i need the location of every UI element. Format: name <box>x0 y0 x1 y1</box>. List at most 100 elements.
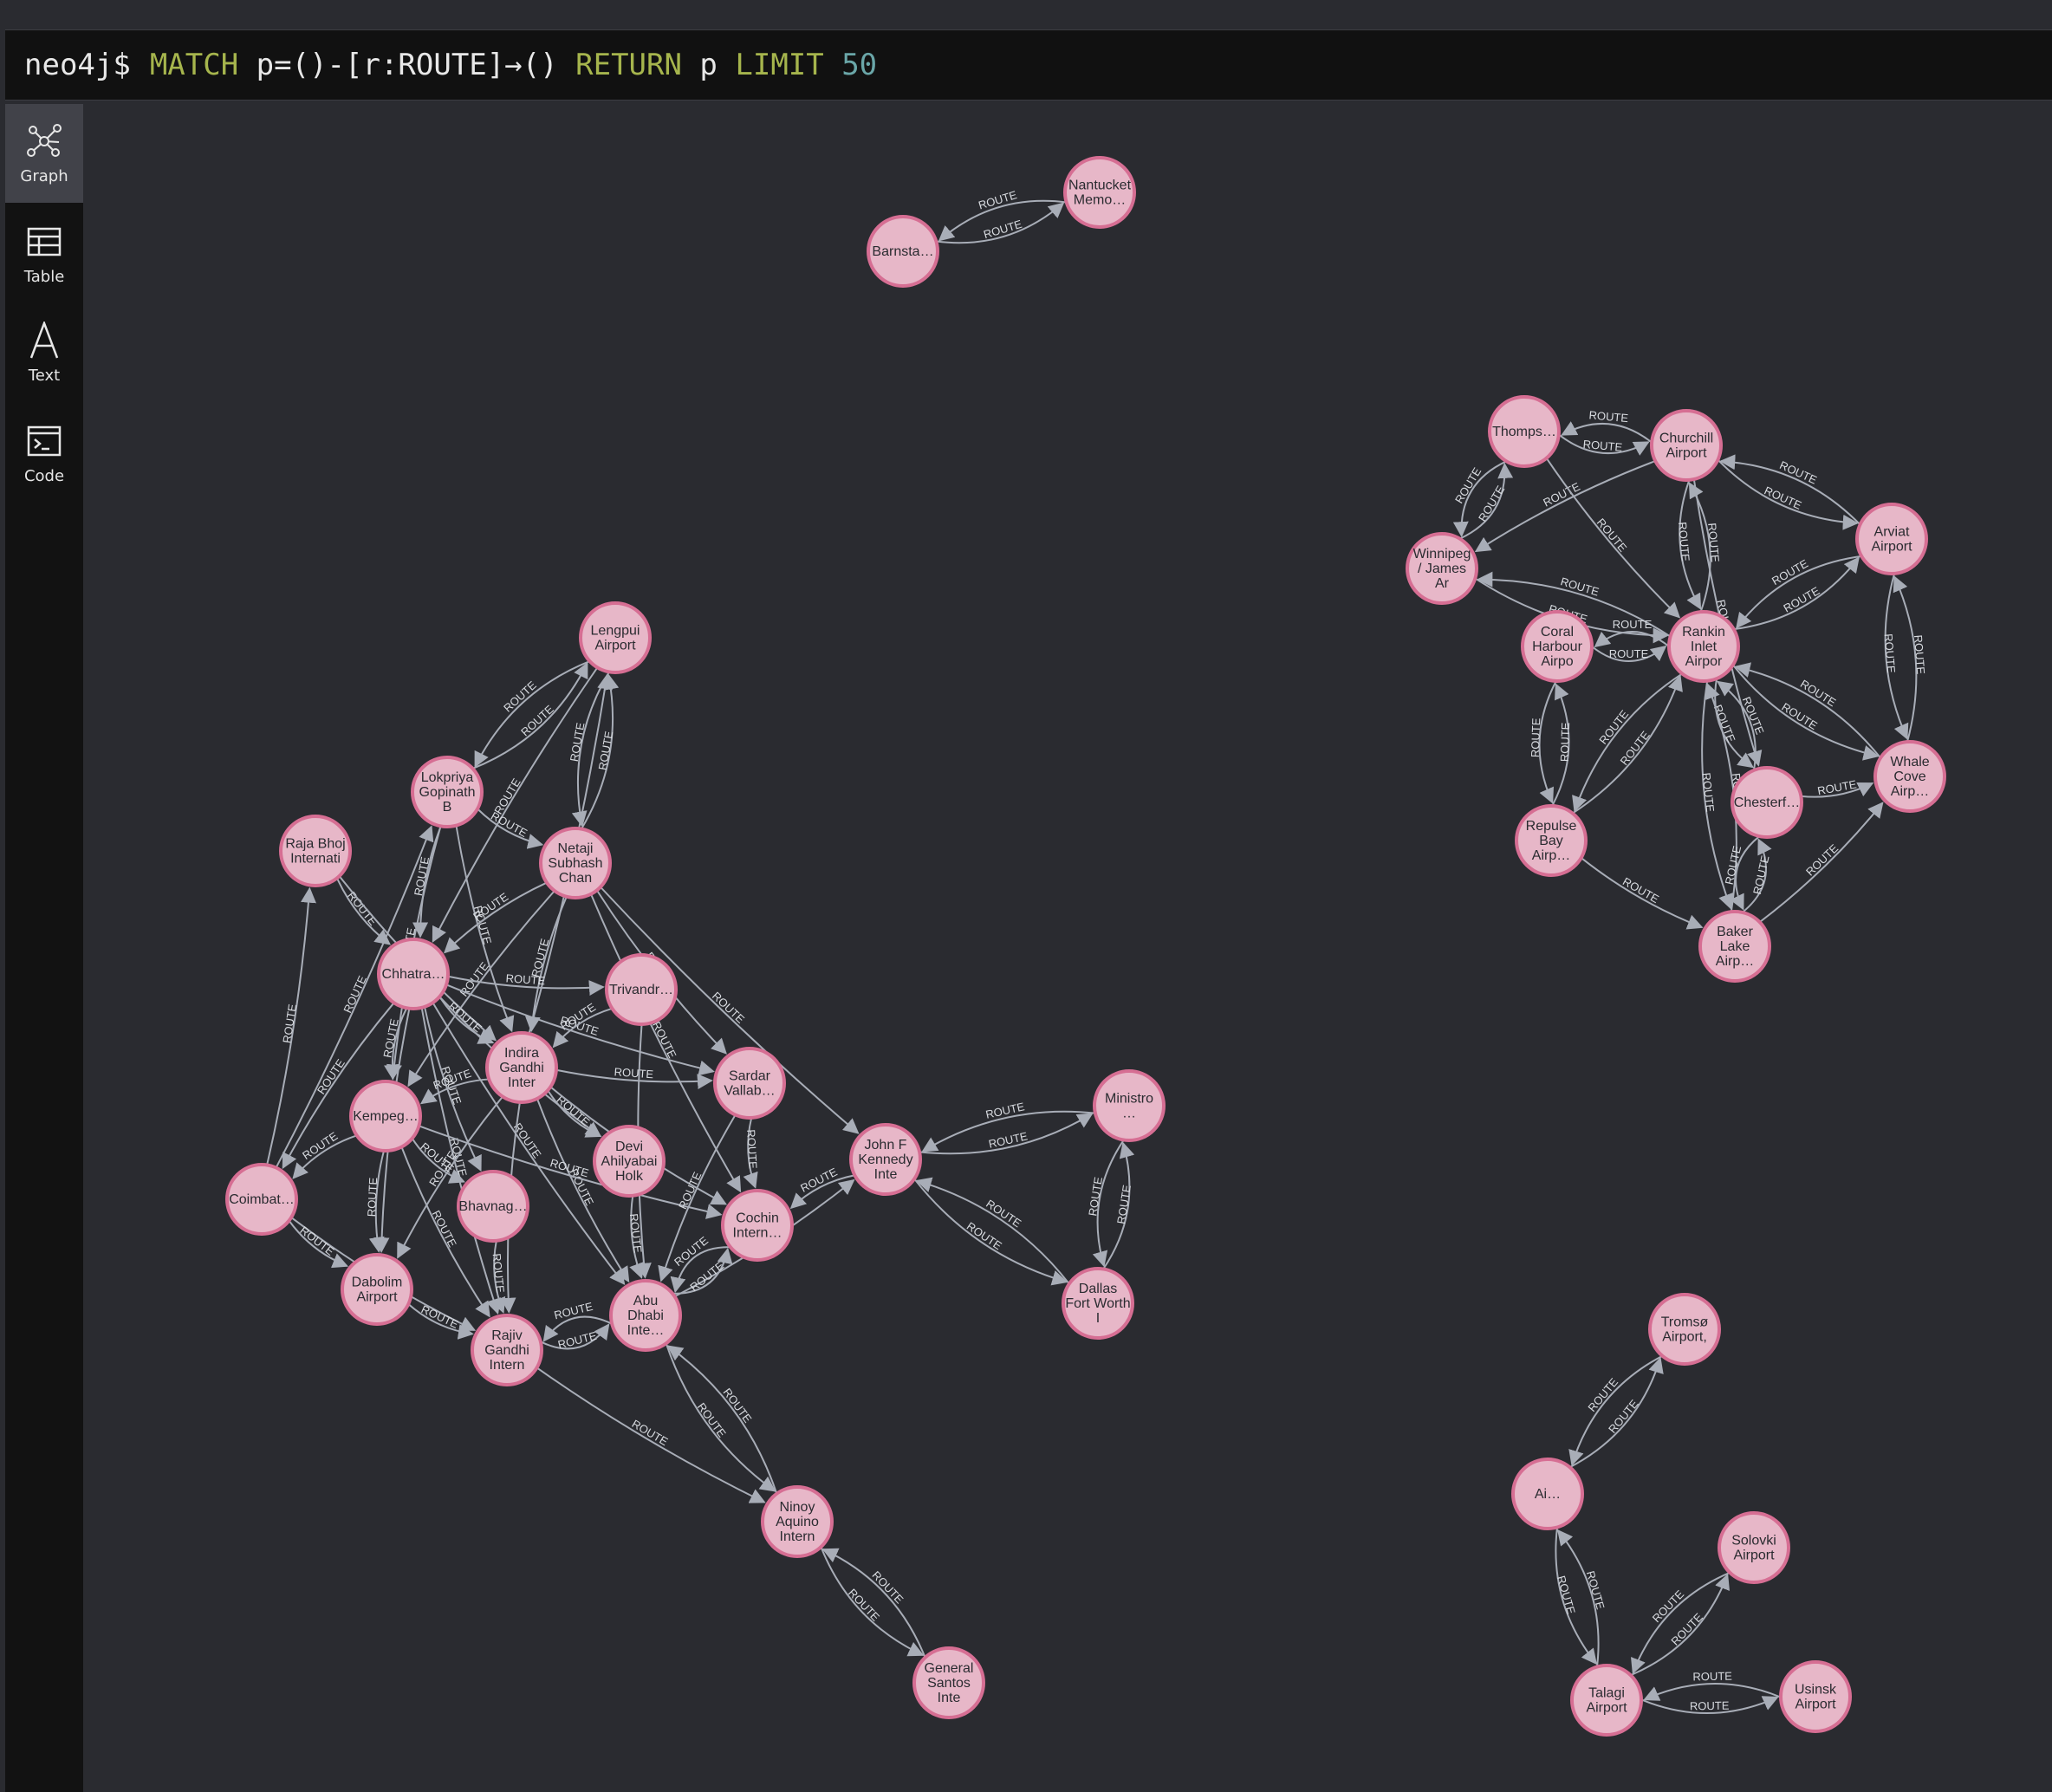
route-edge[interactable]: ROUTE <box>547 1089 602 1138</box>
airport-node-dallas[interactable]: DallasFort WorthI <box>1062 1267 1134 1340</box>
route-edge[interactable]: ROUTE <box>627 1195 645 1279</box>
route-edge[interactable]: ROUTE <box>1893 575 1927 743</box>
airport-node-repulse[interactable]: RepulseBayAirp… <box>1515 804 1588 877</box>
airport-node-cochin[interactable]: CochinIntern… <box>721 1189 794 1262</box>
route-edge-label: ROUTE <box>430 1208 459 1250</box>
route-edge[interactable]: ROUTE <box>581 673 620 830</box>
airport-node-gensantos[interactable]: GeneralSantosInte <box>912 1646 985 1719</box>
route-edge[interactable]: ROUTE <box>919 1113 1094 1155</box>
airport-node-tromso[interactable]: TromsøAirport, <box>1648 1293 1721 1366</box>
airport-node-label: Thomps… <box>1492 425 1556 439</box>
sidebar-item-graph[interactable]: Graph <box>5 104 83 203</box>
route-edge[interactable]: ROUTE <box>1102 1141 1135 1270</box>
route-edge[interactable]: ROUTE <box>1591 645 1667 662</box>
airport-node-ai[interactable]: Ai… <box>1511 1458 1584 1530</box>
route-edge[interactable]: ROUTE <box>658 1114 737 1282</box>
airport-node-coimbatore[interactable]: Coimbat… <box>225 1163 298 1236</box>
route-edge[interactable]: ROUTE <box>1594 618 1670 648</box>
route-edge[interactable]: ROUTE <box>1555 1527 1598 1665</box>
route-edge[interactable]: ROUTE <box>1742 838 1772 913</box>
airport-node-ninoy[interactable]: NinoyAquinoIntern <box>761 1485 834 1558</box>
route-edge-label: ROUTE <box>710 990 747 1027</box>
airport-node-winnipeg[interactable]: Winnipeg/ JamesAr <box>1406 532 1478 605</box>
airport-node-dabolim[interactable]: DabolimAirport <box>341 1253 413 1326</box>
route-edge[interactable]: ROUTE <box>665 1342 776 1492</box>
query-token-number: 50 <box>823 48 878 82</box>
airport-node-usinsk[interactable]: UsinskAirport <box>1779 1660 1852 1733</box>
airport-node-whale[interactable]: WhaleCoveAirp… <box>1873 740 1946 813</box>
route-edge[interactable]: ROUTE <box>1572 674 1683 815</box>
query-editor[interactable]: neo4j$ MATCH p=()-[r:ROUTE]→() RETURN p … <box>5 29 2052 101</box>
sidebar-item-code[interactable]: Code <box>5 404 83 503</box>
route-edge[interactable]: ROUTE <box>266 886 316 1165</box>
route-edge[interactable]: ROUTE <box>407 1302 474 1340</box>
airport-node-lokpriya[interactable]: LokpriyaGopinathB <box>411 756 484 828</box>
route-edge[interactable]: ROUTE <box>1719 454 1861 526</box>
airport-node-thompson[interactable]: Thomps… <box>1488 395 1561 468</box>
sidebar-item-text[interactable]: Text <box>5 303 83 402</box>
route-edge[interactable]: ROUTE <box>477 808 544 849</box>
route-edge[interactable]: ROUTE <box>555 1065 713 1090</box>
route-edge[interactable]: ROUTE <box>1568 1354 1663 1466</box>
route-edge[interactable]: ROUTE <box>1581 857 1704 930</box>
airport-node-label: Santos <box>927 1676 971 1691</box>
route-edge[interactable]: ROUTE <box>1736 555 1862 629</box>
route-edge[interactable]: ROUTE <box>821 1548 926 1659</box>
route-edge[interactable]: ROUTE <box>1558 433 1650 456</box>
airport-node-abudhabi[interactable]: AbuDhabiInte… <box>609 1279 682 1352</box>
route-edge[interactable]: ROUTE <box>666 1345 778 1495</box>
route-edge[interactable]: ROUTE <box>1640 1696 1779 1715</box>
airport-node-ministro[interactable]: Ministro… <box>1093 1069 1166 1142</box>
airport-node-arviat[interactable]: ArviatAirport <box>1855 503 1928 575</box>
route-edge[interactable]: ROUTE <box>1561 408 1653 444</box>
route-edge[interactable]: ROUTE <box>1551 683 1572 807</box>
airport-node-trivandrum[interactable]: Trivandr… <box>605 953 678 1026</box>
graph-canvas[interactable]: ROUTE ROUTE ROUTE ROUTE ROUTE ROUTE ROUTE ROUTE… <box>83 104 2052 1792</box>
route-edge[interactable]: ROUTE <box>913 1178 1068 1286</box>
airport-node-jfk[interactable]: John FKennedyInte <box>849 1123 922 1196</box>
route-edge[interactable]: ROUTE <box>292 1129 358 1179</box>
airport-node-chhatrapati[interactable]: Chhatra… <box>377 938 450 1010</box>
airport-node-barnstable[interactable]: Barnsta… <box>867 215 939 288</box>
route-edge[interactable]: ROUTE <box>743 1117 760 1189</box>
airport-node-nantucket[interactable]: NantucketMemo… <box>1063 156 1136 229</box>
graph-visualization[interactable]: ROUTE ROUTE ROUTE ROUTE ROUTE ROUTE ROUTE ROUTE… <box>83 104 2052 1792</box>
airport-node-label: Airport <box>1666 446 1707 461</box>
route-edge[interactable]: ROUTE <box>1569 1357 1664 1469</box>
airport-node-rajiv[interactable]: RajivGandhiIntern <box>471 1314 543 1386</box>
route-edge[interactable]: ROUTE <box>1474 460 1656 553</box>
airport-node-indira[interactable]: IndiraGandhiInter <box>485 1031 558 1104</box>
window-top-strip <box>0 0 2052 29</box>
airport-node-bhavnagar[interactable]: Bhavnag… <box>457 1170 529 1243</box>
route-edge-label: ROUTE <box>446 999 484 1035</box>
airport-node-devi[interactable]: DeviAhilyabaiHolk <box>593 1125 666 1198</box>
route-edge[interactable]: ROUTE <box>1631 1571 1731 1675</box>
route-edge[interactable]: ROUTE <box>1643 1670 1782 1701</box>
route-edge[interactable]: ROUTE <box>1529 680 1557 804</box>
route-edge[interactable]: ROUTE <box>288 1220 349 1269</box>
airport-node-rankin[interactable]: RankinInletAirpor <box>1667 610 1740 683</box>
route-edge[interactable]: ROUTE <box>490 1240 507 1314</box>
route-edge[interactable]: ROUTE <box>915 1177 1070 1285</box>
airport-node-churchill[interactable]: ChurchillAirport <box>1650 409 1723 482</box>
route-edge[interactable]: ROUTE <box>335 877 392 945</box>
route-edge[interactable]: ROUTE <box>820 1546 925 1657</box>
airport-node-label: Inlet <box>1691 640 1718 654</box>
airport-node-rajabhoj[interactable]: Raja BhojInternati <box>279 815 352 887</box>
route-edge[interactable]: ROUTE <box>438 996 495 1044</box>
airport-node-netaji[interactable]: NetajiSubhashChan <box>539 827 612 899</box>
route-edge[interactable]: ROUTE <box>936 202 1065 244</box>
airport-node-baker[interactable]: BakerLakeAirp… <box>1698 910 1771 983</box>
route-edge[interactable]: ROUTE <box>1801 777 1874 798</box>
airport-node-kempegowda[interactable]: Kempeg… <box>349 1080 422 1152</box>
route-edge[interactable]: ROUTE <box>1545 458 1681 619</box>
sidebar-item-table[interactable]: Table <box>5 205 83 303</box>
route-edge[interactable]: ROUTE <box>540 1323 610 1352</box>
airport-node-sardar[interactable]: SardarVallab… <box>713 1047 786 1120</box>
route-edge[interactable]: ROUTE <box>1572 672 1683 813</box>
airport-node-talagi[interactable]: TalagiAirport <box>1570 1664 1643 1737</box>
airport-node-chesterfield[interactable]: Chesterf… <box>1731 766 1803 839</box>
airport-node-solovki[interactable]: SolovkiAirport <box>1718 1511 1790 1584</box>
airport-node-lengpui[interactable]: LengpuiAirport <box>579 601 652 674</box>
airport-node-coral[interactable]: CoralHarbourAirpo <box>1521 610 1594 683</box>
